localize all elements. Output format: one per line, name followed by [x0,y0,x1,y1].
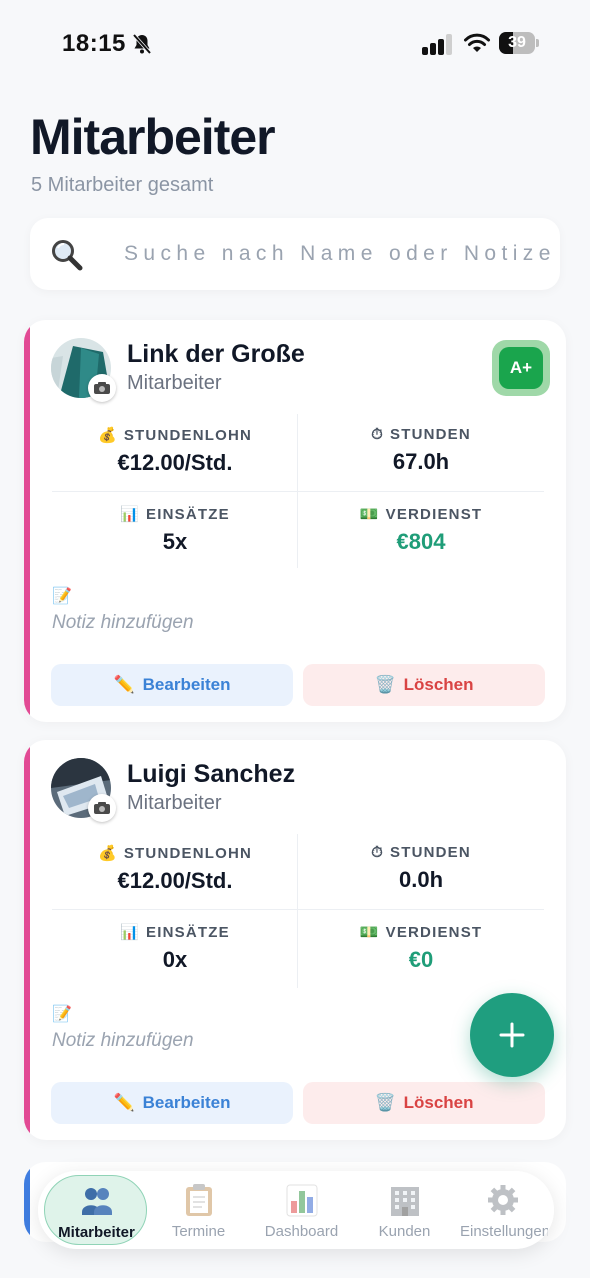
stat-earnings: 💵 VERDIENST €804 [359,505,483,555]
search-bar[interactable] [30,218,570,290]
plus-icon [499,1022,525,1048]
tab-dashboard[interactable]: Dashboard [250,1175,353,1245]
bar-chart-icon: 📊 [120,924,141,941]
bell-muted-icon [132,33,152,55]
employee-role: Mitarbeiter [127,372,222,394]
edit-button[interactable]: ✏️ Bearbeiten [51,1082,293,1124]
camera-icon[interactable] [88,374,116,402]
employee-name: Link der Große [127,340,305,368]
bar-chart-icon [286,1184,318,1217]
stats-horizontal-divider [52,909,544,910]
tab-bar: Mitarbeiter Termine Dashboard Kunden Ein… [38,1171,554,1249]
employee-role: Mitarbeiter [127,792,222,814]
stat-earnings: 💵 VERDIENST €0 [359,923,483,973]
wifi-icon [464,33,490,52]
employee-card: Luigi Sanchez Mitarbeiter 💰 STUNDENLOHN €… [24,740,566,1140]
memo-icon: 📝 [52,1006,72,1023]
page-title: Mitarbeiter [30,109,276,165]
tab-kunden[interactable]: Kunden [353,1175,456,1245]
add-employee-button[interactable] [470,993,554,1077]
note-field[interactable]: Notiz hinzufügen [52,1030,194,1052]
card-accent-bar [24,320,30,722]
stat-hours: ⏱ STUNDEN 0.0h [371,844,471,892]
note-field[interactable]: Notiz hinzufügen [52,612,194,634]
grade-badge[interactable]: A+ [492,340,550,396]
stat-assignments: 📊 EINSÄTZE 0x [120,923,230,973]
trash-icon: 🗑️ [374,675,396,694]
stopwatch-icon: ⏱ [371,844,384,861]
search-icon [52,240,83,271]
trash-icon: 🗑️ [374,1093,396,1112]
stopwatch-icon: ⏱ [371,426,384,443]
stat-wage: 💰 STUNDENLOHN €12.00/Std. [97,426,253,476]
bar-chart-icon: 📊 [120,506,141,523]
clipboard-icon [186,1184,212,1216]
employee-card: Link der Große Mitarbeiter A+ 💰 STUNDENLO… [24,320,566,722]
status-bar: 18:15 39 [0,0,590,88]
money-bag-icon: 💰 [97,845,118,862]
gear-icon [488,1185,518,1215]
delete-button[interactable]: 🗑️ Löschen [303,1082,545,1124]
stat-assignments: 📊 EINSÄTZE 5x [120,505,230,555]
delete-button[interactable]: 🗑️ Löschen [303,664,545,706]
edit-button[interactable]: ✏️ Bearbeiten [51,664,293,706]
building-icon [391,1187,419,1216]
status-time: 18:15 [62,30,126,57]
cellular-signal-icon [422,33,454,55]
pencil-icon: ✏️ [113,675,135,694]
money-icon: 💵 [359,924,380,941]
people-icon [82,1188,112,1215]
tab-einstellungen[interactable]: Einstellungen [456,1175,548,1245]
money-icon: 💵 [359,506,380,523]
tab-termine[interactable]: Termine [147,1175,250,1245]
memo-icon: 📝 [52,588,72,605]
employee-count: 5 Mitarbeiter gesamt [31,174,214,196]
card-accent-bar [24,740,30,1140]
stat-wage: 💰 STUNDENLOHN €12.00/Std. [97,844,253,894]
pencil-icon: ✏️ [113,1093,135,1112]
search-input[interactable] [124,238,570,270]
money-bag-icon: 💰 [97,427,118,444]
camera-icon[interactable] [88,794,116,822]
card-accent-bar [24,1162,30,1242]
stat-hours: ⏱ STUNDEN 67.0h [371,426,471,474]
stats-horizontal-divider [52,491,544,492]
employee-name: Luigi Sanchez [127,760,296,788]
battery-icon: 39 [499,32,539,54]
tab-mitarbeiter[interactable]: Mitarbeiter [44,1175,147,1245]
